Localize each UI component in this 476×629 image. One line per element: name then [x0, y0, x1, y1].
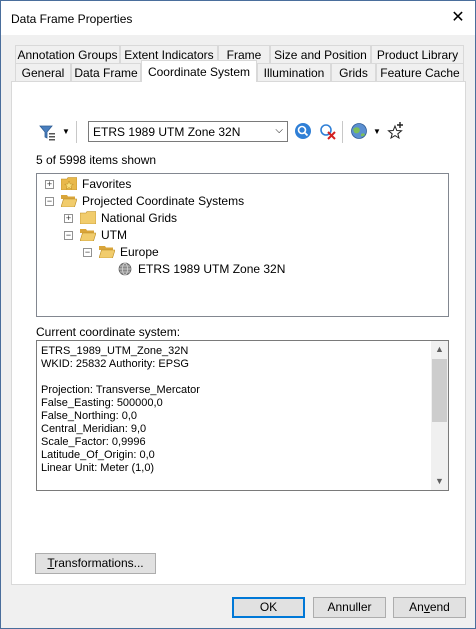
folder-icon	[80, 211, 96, 224]
detail-line: ETRS_1989_UTM_Zone_32N	[41, 345, 189, 357]
collapse-icon[interactable]: −	[45, 197, 54, 206]
title-bar[interactable]: Data Frame Properties ✕	[1, 1, 475, 35]
globe-icon	[118, 262, 132, 276]
favorites-folder-icon	[61, 177, 77, 190]
dialog-window: Data Frame Properties ✕ Annotation Group…	[0, 0, 476, 629]
tab-size-and-position[interactable]: Size and Position	[270, 45, 371, 64]
close-button[interactable]: ✕	[447, 7, 469, 29]
tab-data-frame[interactable]: Data Frame	[71, 63, 141, 82]
expand-icon[interactable]: +	[64, 214, 73, 223]
transformations-button[interactable]: Transformations...	[35, 553, 156, 574]
items-shown-count: 5 of 5998 items shown	[36, 153, 157, 167]
tree-item-label: ETRS 1989 UTM Zone 32N	[138, 262, 286, 276]
tab-product-library[interactable]: Product Library	[371, 45, 464, 64]
ok-button[interactable]: OK	[232, 597, 305, 618]
filter-icon[interactable]	[38, 123, 56, 144]
coordinate-system-tree[interactable]: + Favorites − Projected Coordinate Syste…	[36, 173, 449, 317]
detail-line: False_Easting: 500000,0	[41, 397, 163, 409]
detail-line: Projection: Transverse_Mercator	[41, 384, 200, 396]
tree-item-label: Favorites	[82, 177, 132, 191]
add-favorite-icon[interactable]	[387, 121, 405, 142]
detail-line: Latitude_Of_Origin: 0,0	[41, 449, 155, 461]
search-icon[interactable]	[294, 122, 312, 143]
collapse-icon[interactable]: −	[83, 248, 92, 257]
vertical-scrollbar[interactable]: ▲ ▼	[431, 341, 448, 490]
transformations-label: ransformations...	[54, 556, 144, 570]
coordinate-details-text: ETRS_1989_UTM_Zone_32N WKID: 25832 Autho…	[41, 345, 200, 475]
search-value: ETRS 1989 UTM Zone 32N	[93, 125, 241, 139]
current-coordinate-system-details[interactable]: ETRS_1989_UTM_Zone_32N WKID: 25832 Autho…	[36, 340, 449, 491]
tab-illumination[interactable]: Illumination	[257, 63, 331, 82]
toolbar-divider	[76, 121, 77, 143]
tree-item-label: Projected Coordinate Systems	[82, 194, 245, 208]
apply-button[interactable]: Anvend	[393, 597, 466, 618]
expand-icon[interactable]: +	[45, 180, 54, 189]
detail-line: Scale_Factor: 0,9996	[41, 436, 146, 448]
window-title: Data Frame Properties	[11, 12, 133, 26]
tree-item-label: National Grids	[101, 211, 178, 225]
tree-item-label: Europe	[120, 245, 159, 259]
clear-search-icon[interactable]	[318, 122, 336, 143]
current-coordinate-system-label: Current coordinate system:	[36, 325, 181, 339]
tab-general[interactable]: General	[15, 63, 71, 82]
scroll-up-icon[interactable]: ▲	[431, 341, 448, 358]
detail-line: Central_Meridian: 9,0	[41, 423, 147, 435]
collapse-icon[interactable]: −	[64, 231, 73, 240]
detail-line: False_Northing: 0,0	[41, 410, 137, 422]
apply-label-pre: An	[409, 600, 424, 614]
globe-dropdown-icon[interactable]: ▼	[373, 127, 381, 136]
detail-line: Linear Unit: Meter (1,0)	[41, 462, 155, 474]
cancel-button[interactable]: Annuller	[313, 597, 386, 618]
tab-annotation-groups[interactable]: Annotation Groups	[15, 45, 120, 64]
detail-line: WKID: 25832 Authority: EPSG	[41, 358, 189, 370]
tab-grids[interactable]: Grids	[331, 63, 376, 82]
tree-item-label: UTM	[101, 228, 127, 242]
tab-feature-cache[interactable]: Feature Cache	[376, 63, 464, 82]
apply-label-post: end	[429, 600, 450, 614]
scroll-down-icon[interactable]: ▼	[431, 473, 448, 490]
filter-dropdown-icon[interactable]: ▼	[62, 127, 70, 136]
open-folder-icon	[99, 246, 115, 258]
toolbar-divider-2	[342, 121, 343, 143]
scroll-thumb[interactable]	[432, 359, 447, 422]
tab-coordinate-system[interactable]: Coordinate System	[141, 60, 257, 82]
globe-icon[interactable]	[350, 122, 368, 143]
open-folder-icon	[61, 195, 77, 207]
chevron-down-icon[interactable]: ⌵	[275, 125, 283, 136]
detail-line	[41, 371, 200, 384]
open-folder-icon	[80, 229, 96, 241]
coordinate-system-search[interactable]: ETRS 1989 UTM Zone 32N ⌵	[88, 121, 288, 142]
